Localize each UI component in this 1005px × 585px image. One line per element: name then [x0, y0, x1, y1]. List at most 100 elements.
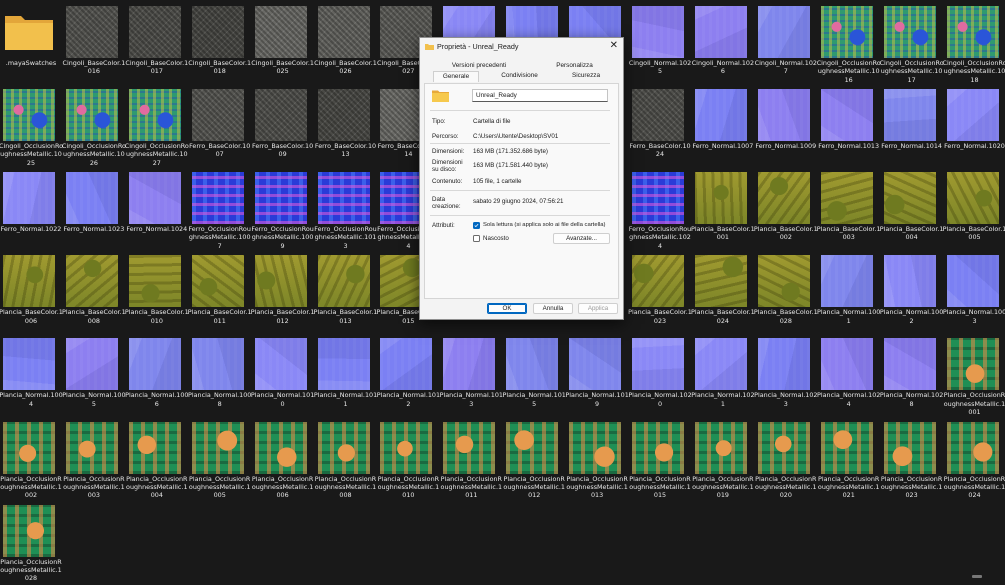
apply-button[interactable]: Applica [578, 303, 618, 314]
file-item[interactable]: Plancia_Normal.1028 [882, 336, 944, 418]
file-item[interactable]: Plancia_Normal.1003 [945, 253, 1005, 335]
file-item[interactable]: Cingoli_OcclusionRoughnessMetallic.1026 [64, 87, 126, 169]
file-item[interactable]: Plancia_OcclusionRoughnessMetallic.1010 [378, 420, 440, 502]
file-item[interactable]: Ferro_Normal.1022 [1, 170, 63, 252]
file-item[interactable]: Plancia_OcclusionRoughnessMetallic.1005 [190, 420, 252, 502]
file-item[interactable]: Ferro_OcclusionRoughnessMetallic.1013 [316, 170, 378, 252]
file-item[interactable]: Plancia_Normal.1023 [756, 336, 818, 418]
file-item[interactable]: Plancia_Normal.1002 [882, 253, 944, 335]
file-item[interactable]: Plancia_Normal.1013 [441, 336, 503, 418]
file-item[interactable]: Ferro_BaseColor.1024 [630, 87, 692, 169]
file-item[interactable]: Ferro_BaseColor.1007 [190, 87, 252, 169]
file-item[interactable]: Cingoli_Normal.1026 [693, 4, 755, 86]
file-item[interactable]: Cingoli_BaseColor.1025 [253, 4, 315, 86]
file-item[interactable]: Cingoli_OcclusionRoughnessMetallic.1027 [127, 87, 189, 169]
tab-condivisione[interactable]: Condivisione [497, 71, 542, 81]
file-item[interactable]: Plancia_OcclusionRoughnessMetallic.1019 [693, 420, 755, 502]
file-item[interactable]: Plancia_OcclusionRoughnessMetallic.1001 [945, 336, 1005, 418]
file-item[interactable]: Cingoli_BaseColor.1018 [190, 4, 252, 86]
file-item[interactable]: Plancia_BaseColor.1011 [190, 253, 252, 335]
file-item[interactable]: Cingoli_Normal.1025 [630, 4, 692, 86]
tab-sicurezza[interactable]: Sicurezza [566, 71, 606, 81]
tab-versioni-precedenti[interactable]: Versioni precedenti [450, 61, 508, 71]
file-item[interactable]: Plancia_OcclusionRoughnessMetallic.1028 [1, 503, 63, 585]
file-item[interactable]: Ferro_Normal.1023 [64, 170, 126, 252]
close-icon[interactable]: ✕ [610, 40, 618, 52]
file-item[interactable]: Plancia_OcclusionRoughnessMetallic.1024 [945, 420, 1005, 502]
advanced-button[interactable]: Avanzate... [553, 233, 610, 244]
file-item[interactable]: Cingoli_OcclusionRoughnessMetallic.1017 [882, 4, 944, 86]
file-item[interactable]: Plancia_BaseColor.1024 [693, 253, 755, 335]
file-label: Plancia_OcclusionRoughnessMetallic.1024 [943, 475, 1005, 500]
file-item[interactable]: Ferro_Normal.1009 [756, 87, 818, 169]
file-item[interactable]: Plancia_OcclusionRoughnessMetallic.1003 [64, 420, 126, 502]
file-item[interactable]: Ferro_Normal.1020 [945, 87, 1005, 169]
file-item[interactable]: Plancia_OcclusionRoughnessMetallic.1002 [1, 420, 63, 502]
readonly-checkbox[interactable] [473, 222, 480, 229]
file-item[interactable]: Cingoli_BaseColor.1016 [64, 4, 126, 86]
file-item[interactable]: Plancia_OcclusionRoughnessMetallic.1006 [253, 420, 315, 502]
file-item[interactable]: Plancia_Normal.1008 [190, 336, 252, 418]
file-label: Ferro_BaseColor.1009 [251, 142, 315, 159]
file-item[interactable]: Cingoli_BaseColor.1026 [316, 4, 378, 86]
file-item[interactable]: Plancia_Normal.1024 [819, 336, 881, 418]
dialog-titlebar[interactable]: Proprietà - Unreal_Ready ✕ [420, 38, 623, 56]
file-item[interactable]: Plancia_BaseColor.1013 [316, 253, 378, 335]
folder-item[interactable]: .mayaSwatches [1, 4, 63, 86]
file-item[interactable]: Ferro_OcclusionRoughnessMetallic.1007 [190, 170, 252, 252]
file-item[interactable]: Plancia_BaseColor.1006 [1, 253, 63, 335]
file-item[interactable]: Plancia_Normal.1020 [630, 336, 692, 418]
file-item[interactable]: Cingoli_BaseColor.1017 [127, 4, 189, 86]
file-item[interactable]: Ferro_Normal.1014 [882, 87, 944, 169]
file-label: Plancia_Normal.1024 [817, 391, 881, 408]
file-item[interactable]: Ferro_BaseColor.1013 [316, 87, 378, 169]
file-item[interactable]: Plancia_OcclusionRoughnessMetallic.1004 [127, 420, 189, 502]
file-item[interactable]: Plancia_Normal.1004 [1, 336, 63, 418]
file-item[interactable]: Plancia_Normal.1001 [819, 253, 881, 335]
file-item[interactable]: Ferro_OcclusionRoughnessMetallic.1009 [253, 170, 315, 252]
tab-generale[interactable]: Generale [433, 71, 479, 82]
file-item[interactable]: Plancia_Normal.1010 [253, 336, 315, 418]
file-item[interactable]: Plancia_OcclusionRoughnessMetallic.1020 [756, 420, 818, 502]
file-item[interactable]: Plancia_BaseColor.1008 [64, 253, 126, 335]
file-item[interactable]: Plancia_Normal.1019 [567, 336, 629, 418]
file-item[interactable]: Ferro_OcclusionRoughnessMetallic.1024 [630, 170, 692, 252]
file-label: Plancia_Normal.1019 [565, 391, 629, 408]
file-item[interactable]: Ferro_Normal.1024 [127, 170, 189, 252]
file-item[interactable]: Ferro_Normal.1013 [819, 87, 881, 169]
file-item[interactable]: Plancia_OcclusionRoughnessMetallic.1023 [882, 420, 944, 502]
file-item[interactable]: Plancia_OcclusionRoughnessMetallic.1021 [819, 420, 881, 502]
file-item[interactable]: Plancia_OcclusionRoughnessMetallic.1015 [630, 420, 692, 502]
file-item[interactable]: Plancia_Normal.1012 [378, 336, 440, 418]
file-item[interactable]: Plancia_Normal.1011 [316, 336, 378, 418]
file-item[interactable]: Plancia_Normal.1021 [693, 336, 755, 418]
file-item[interactable]: Plancia_BaseColor.1004 [882, 170, 944, 252]
file-item[interactable]: Cingoli_Normal.1027 [756, 4, 818, 86]
file-item[interactable]: Plancia_BaseColor.1005 [945, 170, 1005, 252]
file-item[interactable]: Plancia_BaseColor.1023 [630, 253, 692, 335]
ok-button[interactable]: OK [487, 303, 527, 314]
file-item[interactable]: Cingoli_OcclusionRoughnessMetallic.1016 [819, 4, 881, 86]
file-item[interactable]: Plancia_BaseColor.1002 [756, 170, 818, 252]
file-item[interactable]: Ferro_BaseColor.1009 [253, 87, 315, 169]
hidden-checkbox[interactable] [473, 235, 480, 242]
file-item[interactable]: Cingoli_OcclusionRoughnessMetallic.1018 [945, 4, 1005, 86]
file-item[interactable]: Plancia_OcclusionRoughnessMetallic.1011 [441, 420, 503, 502]
file-item[interactable]: Plancia_BaseColor.1028 [756, 253, 818, 335]
file-item[interactable]: Plancia_BaseColor.1012 [253, 253, 315, 335]
folder-name-input[interactable]: Unreal_Ready [472, 89, 608, 102]
file-item[interactable]: Plancia_OcclusionRoughnessMetallic.1012 [504, 420, 566, 502]
scrollbar-thumb[interactable] [972, 575, 982, 578]
tab-personalizza[interactable]: Personalizza [552, 61, 597, 71]
file-item[interactable]: Plancia_Normal.1006 [127, 336, 189, 418]
file-item[interactable]: Plancia_BaseColor.1003 [819, 170, 881, 252]
file-item[interactable]: Plancia_Normal.1005 [64, 336, 126, 418]
file-item[interactable]: Plancia_Normal.1015 [504, 336, 566, 418]
file-item[interactable]: Plancia_BaseColor.1001 [693, 170, 755, 252]
cancel-button[interactable]: Annulla [533, 303, 573, 314]
file-item[interactable]: Plancia_OcclusionRoughnessMetallic.1008 [316, 420, 378, 502]
file-item[interactable]: Cingoli_OcclusionRoughnessMetallic.1025 [1, 87, 63, 169]
file-item[interactable]: Plancia_OcclusionRoughnessMetallic.1013 [567, 420, 629, 502]
file-item[interactable]: Ferro_Normal.1007 [693, 87, 755, 169]
file-item[interactable]: Plancia_BaseColor.1010 [127, 253, 189, 335]
